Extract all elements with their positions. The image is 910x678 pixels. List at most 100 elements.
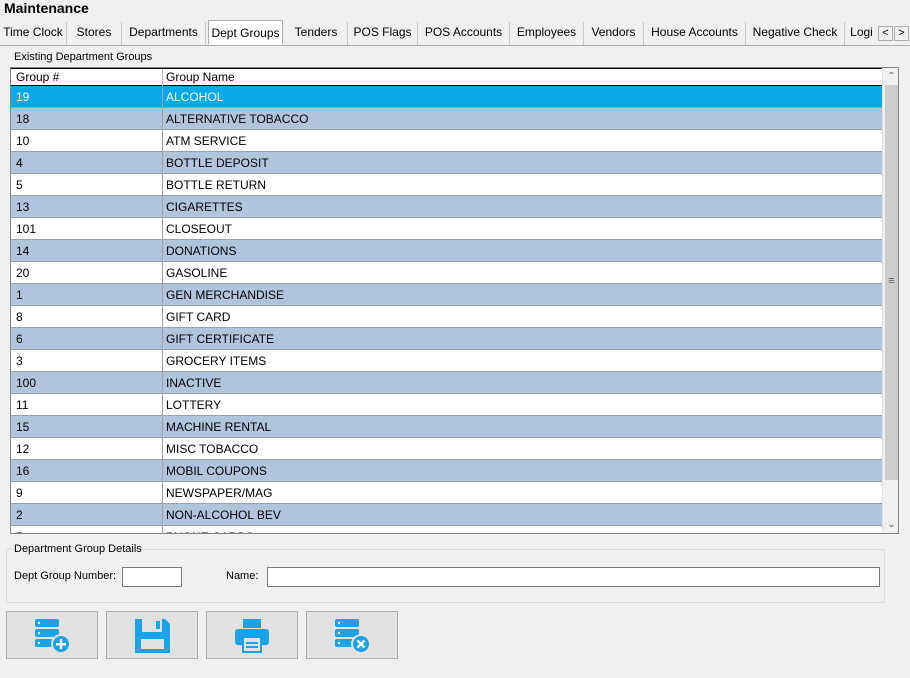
scroll-down-button[interactable]: ⌄ [883, 516, 898, 533]
group-number-cell: 12 [16, 442, 30, 456]
details-section-label: Department Group Details [14, 543, 142, 555]
print-button[interactable] [206, 611, 298, 659]
group-number-cell: 2 [16, 508, 23, 522]
table-row[interactable]: 11 LOTTERY [11, 394, 882, 416]
dept-group-number-label: Dept Group Number: [14, 570, 117, 582]
group-name-cell: GIFT CERTIFICATE [166, 332, 275, 346]
table-row[interactable]: 18 ALTERNATIVE TOBACCO [11, 108, 882, 130]
tab-house-accounts[interactable]: House Accounts [644, 22, 746, 45]
group-number-cell: 1 [16, 288, 23, 302]
group-name-cell: INACTIVE [166, 376, 222, 390]
tab-scroll-right-button[interactable]: > [894, 26, 909, 41]
name-label: Name: [226, 570, 259, 582]
group-name-cell: CLOSEOUT [166, 222, 233, 236]
table-row[interactable]: 100 INACTIVE [11, 372, 882, 394]
tab-departments[interactable]: Departments [122, 22, 206, 45]
tab-time-clock[interactable]: Time Clock [0, 22, 67, 45]
tab-bar: Time Clock Stores Departments Dept Group… [0, 20, 910, 46]
group-name-cell: BOTTLE DEPOSIT [166, 156, 269, 170]
column-header-group-number[interactable]: Group # [16, 70, 59, 84]
tab-vendors[interactable]: Vendors [584, 22, 644, 45]
printer-icon [235, 619, 269, 653]
tab-stores[interactable]: Stores [67, 22, 122, 45]
group-number-cell: 6 [16, 332, 23, 346]
table-row[interactable]: 19 ALCOHOL [11, 86, 882, 108]
group-name-cell: GROCERY ITEMS [166, 354, 267, 368]
database-add-icon [35, 619, 71, 654]
scroll-grip-icon: ≡ [888, 275, 895, 287]
group-number-cell: 15 [16, 420, 30, 434]
table-row[interactable]: 2 NON-ALCOHOL BEV [11, 504, 882, 526]
group-number-cell: 19 [16, 90, 30, 104]
table-row[interactable]: 16 MOBIL COUPONS [11, 460, 882, 482]
group-number-cell: 11 [16, 398, 29, 412]
group-number-cell: 101 [16, 222, 37, 236]
group-number-cell: 7 [16, 530, 23, 533]
group-number-cell: 18 [16, 112, 30, 126]
table-row[interactable]: 10 ATM SERVICE [11, 130, 882, 152]
column-header-group-name[interactable]: Group Name [166, 70, 235, 84]
tab-scroll-left-button[interactable]: < [878, 26, 893, 41]
dept-group-number-input[interactable] [122, 567, 182, 587]
group-name-cell: MACHINE RENTAL [166, 420, 272, 434]
group-name-cell: DONATIONS [166, 244, 237, 258]
scroll-up-button[interactable]: ⌃ [883, 68, 898, 85]
group-name-cell: LOTTERY [166, 398, 222, 412]
table-row[interactable]: 6 GIFT CERTIFICATE [11, 328, 882, 350]
table-row[interactable]: 5 BOTTLE RETURN [11, 174, 882, 196]
group-name-cell: MOBIL COUPONS [166, 464, 267, 478]
group-name-cell: BOTTLE RETURN [166, 178, 267, 192]
table-row[interactable]: 13 CIGARETTES [11, 196, 882, 218]
tab-pos-flags[interactable]: POS Flags [348, 22, 418, 45]
grid-rows: 19 ALCOHOL 18 ALTERNATIVE TOBACCO 10 ATM SERV… [11, 86, 882, 533]
tab-pos-accounts[interactable]: POS Accounts [418, 22, 510, 45]
table-row[interactable]: 1 GEN MERCHANDISE [11, 284, 882, 306]
table-row[interactable]: 9 NEWSPAPER/MAG [11, 482, 882, 504]
group-number-cell: 20 [16, 266, 30, 280]
add-group-button[interactable] [6, 611, 98, 659]
table-row[interactable]: 14 DONATIONS [11, 240, 882, 262]
database-delete-icon [335, 619, 371, 654]
group-name-cell: GIFT CARD [166, 310, 231, 324]
scroll-thumb[interactable]: ≡ [885, 85, 898, 480]
delete-group-button[interactable] [306, 611, 398, 659]
group-number-cell: 100 [16, 376, 37, 390]
group-name-cell: GEN MERCHANDISE [166, 288, 285, 302]
table-row[interactable]: 12 MISC TOBACCO [11, 438, 882, 460]
save-button[interactable] [106, 611, 198, 659]
tab-negative-check[interactable]: Negative Check [746, 22, 845, 45]
group-number-cell: 14 [16, 244, 30, 258]
table-row[interactable]: 101 CLOSEOUT [11, 218, 882, 240]
floppy-disk-icon [135, 619, 170, 653]
table-row[interactable]: 8 GIFT CARD [11, 306, 882, 328]
table-row[interactable]: 4 BOTTLE DEPOSIT [11, 152, 882, 174]
group-number-cell: 16 [16, 464, 30, 478]
group-name-cell: ATM SERVICE [166, 134, 247, 148]
group-name-cell: PHONE CARDS [166, 530, 254, 533]
group-number-cell: 3 [16, 354, 23, 368]
group-number-cell: 4 [16, 156, 23, 170]
table-row[interactable]: 15 MACHINE RENTAL [11, 416, 882, 438]
vertical-scrollbar[interactable]: ⌃ ≡ ⌄ [882, 68, 898, 533]
group-name-cell: CIGARETTES [166, 200, 243, 214]
grid-header: Group # Group Name [11, 68, 882, 87]
group-name-cell: MISC TOBACCO [166, 442, 259, 456]
name-input[interactable] [267, 567, 880, 587]
tab-tenders[interactable]: Tenders [285, 22, 348, 45]
tab-dept-groups[interactable]: Dept Groups [208, 20, 283, 45]
group-name-cell: GASOLINE [166, 266, 228, 280]
table-row[interactable]: 20 GASOLINE [11, 262, 882, 284]
group-number-cell: 5 [16, 178, 23, 192]
group-name-cell: NEWSPAPER/MAG [166, 486, 273, 500]
table-row[interactable]: 7 PHONE CARDS [11, 526, 882, 533]
department-groups-grid[interactable]: Group # Group Name 19 ALCOHOL 18 ALTERNATIV… [10, 67, 899, 534]
group-number-cell: 13 [16, 200, 30, 214]
groups-section-label: Existing Department Groups [14, 51, 153, 63]
group-number-cell: 9 [16, 486, 23, 500]
group-name-cell: NON-ALCOHOL BEV [166, 508, 281, 522]
table-row[interactable]: 3 GROCERY ITEMS [11, 350, 882, 372]
tab-employees[interactable]: Employees [510, 22, 584, 45]
tab-login[interactable]: Logi [845, 22, 878, 45]
group-name-cell: ALCOHOL [166, 90, 224, 104]
group-number-cell: 10 [16, 134, 30, 148]
